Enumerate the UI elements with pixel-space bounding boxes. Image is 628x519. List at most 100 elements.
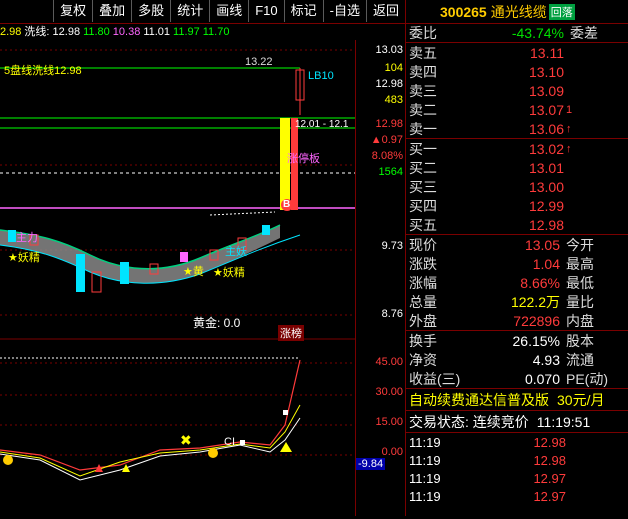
- tick-row: 11:19 12.98: [406, 433, 628, 451]
- quote-panel: 300265 通光线缆 回落 委比 -43.74% 委差 卖五 13.11 卖四 13…: [405, 0, 628, 516]
- huang-label: 黄金: 0.0: [193, 316, 241, 330]
- bid-label: 买四: [409, 197, 437, 214]
- price-axis-label: 104: [384, 62, 403, 74]
- stat-label: 收益(三): [409, 370, 461, 387]
- toolbar-button-2[interactable]: 多股: [131, 0, 170, 22]
- price-axis-label: 0.00: [381, 446, 403, 458]
- tick-row: 11:19 12.97: [406, 469, 628, 487]
- bid-row: 买三 13.00: [406, 177, 628, 196]
- toolbar-button-6[interactable]: 标记: [283, 0, 323, 22]
- tick-price: 12.97: [533, 470, 566, 486]
- stat-label: 总量: [409, 293, 437, 310]
- price-axis-label: 1564: [378, 166, 403, 178]
- stats-block: 现价 13.05 今开 涨跌 1.04 最高 涨幅 8.66% 最低 总量 122.2万 量比 外盘 72…: [406, 235, 628, 331]
- stat-label: 换手: [409, 332, 437, 349]
- stock-name: 通光线缆: [490, 3, 547, 20]
- bid-row: 买四 12.99: [406, 196, 628, 215]
- bid-label: 买三: [409, 178, 437, 195]
- candle-down: [8, 230, 16, 242]
- stat-value: 13.05: [524, 236, 560, 253]
- limit-up-label: 涨停板: [287, 153, 320, 165]
- tick-list: 11:19 12.98 11:19 12.98 11:19 12.97 11:19 12.97: [406, 433, 628, 505]
- tick-time: 11:19: [409, 488, 441, 504]
- kline-svg: ✖: [0, 49, 355, 481]
- bid-row: 买二 13.01: [406, 158, 628, 177]
- price-axis-label: 483: [384, 94, 403, 106]
- stat-label-2: 量比: [566, 293, 594, 310]
- up-arrow-marker: [122, 464, 130, 472]
- stat-label-2: 今开: [566, 236, 594, 253]
- price-axis-label: 8.08%: [371, 150, 403, 162]
- washline-label: 5盘线洗线12.98: [4, 65, 82, 77]
- bid-label: 买一: [409, 140, 437, 157]
- toolbar-button-0[interactable]: 复权: [53, 0, 92, 22]
- tick-row: 11:19 12.98: [406, 451, 628, 469]
- stat-row: 涨跌 1.04 最高: [406, 254, 628, 273]
- huang-marker: ★黄: [183, 266, 204, 278]
- stat-label-2: 流通: [566, 351, 594, 368]
- yaojing-label-1: ★妖精: [8, 252, 40, 264]
- ask-price: 13.11: [530, 44, 564, 61]
- toolbar-button-8[interactable]: 返回: [365, 0, 405, 22]
- high-price-label: 13.22: [245, 56, 273, 68]
- bid-price: 13.02: [528, 140, 564, 157]
- indicator-value: 11.01: [143, 26, 171, 38]
- promo-banner[interactable]: 自动续费通达信普及版 30元/月: [406, 389, 628, 411]
- ask-label: 卖三: [409, 82, 437, 99]
- toolbar-button-1[interactable]: 叠加: [92, 0, 131, 22]
- indicator-value: 11.80: [83, 26, 110, 38]
- price-axis-label: -9.84: [356, 458, 386, 470]
- bid-price: 12.98: [528, 216, 564, 233]
- stat-row: 外盘 722896 内盘: [406, 311, 628, 330]
- stat-value: 722896: [513, 312, 560, 329]
- stat-label: 外盘: [409, 312, 437, 329]
- stat-label: 净资: [409, 351, 437, 368]
- ask-price: 13.06: [528, 120, 564, 137]
- stat-label-2: PE(动): [566, 370, 608, 387]
- quote-header[interactable]: 300265 通光线缆 回落: [406, 0, 628, 24]
- ask-row: 卖二 13.07 1: [406, 100, 628, 119]
- bid-book: 买一 13.02 ↑ 买二 13.01 买三 13.00 买四 12.99 买五 12.98: [406, 139, 628, 235]
- promo-price: 30元/月: [557, 391, 605, 408]
- weibi-value: -43.74%: [511, 25, 564, 41]
- stat-row: 净资 4.93 流通: [406, 350, 628, 369]
- tick-price: 12.98: [533, 434, 566, 450]
- ask-price: 13.09: [528, 82, 564, 99]
- bid-vol: ↑: [566, 142, 572, 155]
- chart-toolbar: 复权 叠加 多股 统计 画线 F10 标记 -自选 返回: [0, 0, 405, 24]
- candle-down: [76, 254, 85, 292]
- toolbar-button-4[interactable]: 画线: [209, 0, 248, 22]
- kline-chart[interactable]: ✖ 5盘线洗线12.98 13.22 LB10 12.01 - 12.1 涨停板…: [0, 40, 355, 516]
- indicator-value: 2.98: [0, 26, 22, 38]
- signal-dot: [3, 455, 13, 465]
- bid-row: 买五 12.98: [406, 215, 628, 234]
- stat-value: 1.04: [532, 255, 560, 272]
- stat-value: 122.2万: [510, 293, 560, 310]
- ask-price: 13.10: [528, 63, 564, 80]
- weicha-label: 委差: [570, 25, 598, 41]
- stock-code: 300265: [440, 3, 487, 20]
- price-axis-label: 12.98: [375, 78, 403, 90]
- trade-status-time: 11:19:51: [536, 413, 591, 430]
- stat-label-2: 最高: [566, 255, 594, 272]
- toolbar-button-3[interactable]: 统计: [170, 0, 209, 22]
- toolbar-button-7[interactable]: -自选: [322, 0, 366, 22]
- promo-text: 自动续费通达信普及版: [409, 391, 549, 408]
- toolbar-button-5[interactable]: F10: [248, 0, 283, 22]
- ask-label: 卖四: [409, 63, 437, 80]
- ask-price: 13.07: [528, 101, 564, 118]
- bid-label: 买五: [409, 216, 437, 233]
- stat-row: 涨幅 8.66% 最低: [406, 273, 628, 292]
- cross-marker: ✖: [180, 432, 192, 448]
- price-axis-label: 30.00: [375, 386, 403, 398]
- stat-label-2: 最低: [566, 274, 594, 291]
- trade-status-row: 交易状态: 连续竞价 11:19:51: [406, 411, 628, 433]
- stat-value: 4.93: [532, 351, 560, 368]
- price-axis-label: 45.00: [375, 356, 403, 368]
- ask-label: 卖一: [409, 120, 437, 137]
- stat-row: 现价 13.05 今开: [406, 235, 628, 254]
- zhuli-label: 主力: [16, 232, 38, 244]
- trend-line: [209, 211, 276, 216]
- stat-row: 总量 122.2万 量比: [406, 292, 628, 311]
- ask-vol: ↑: [566, 122, 572, 135]
